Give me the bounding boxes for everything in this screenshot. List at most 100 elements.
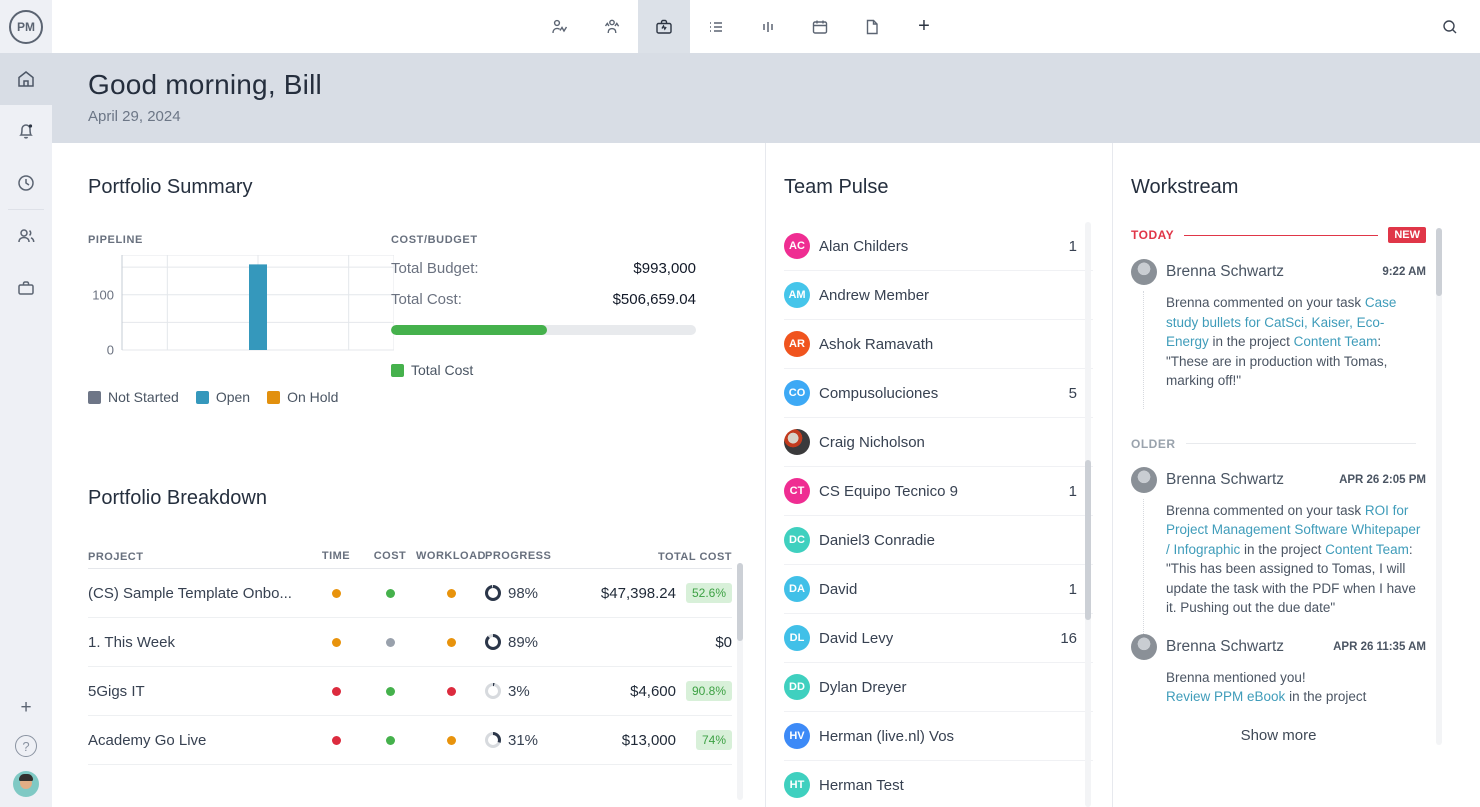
team-member-row[interactable]: DDDylan Dreyer — [784, 663, 1093, 712]
member-initials-avatar: DA — [784, 576, 810, 602]
tab-board[interactable] — [742, 0, 794, 53]
workload-status-dot — [447, 638, 456, 647]
home-icon — [16, 69, 36, 89]
progress-ring — [485, 683, 501, 699]
tab-documents[interactable] — [846, 0, 898, 53]
workload-status-cell — [417, 638, 485, 647]
total-cost-value: $47,398.24 — [573, 585, 676, 602]
column-header: WORKLOAD — [417, 550, 485, 562]
member-name: David — [819, 581, 857, 598]
member-name: David Levy — [819, 630, 893, 647]
member-name: Ashok Ramavath — [819, 336, 933, 353]
tab-portfolio[interactable] — [638, 0, 690, 53]
team-member-row[interactable]: DA David 1 — [784, 565, 1093, 614]
column-header-label: WORKLOAD — [416, 550, 486, 562]
project-name: Academy Go Live — [88, 732, 309, 749]
legend-item: Not Started — [88, 389, 179, 405]
sidebar-item-home[interactable] — [0, 53, 52, 105]
member-name: Dylan Dreyer — [819, 679, 907, 696]
team-member-row[interactable]: DCDaniel3 Conradie — [784, 516, 1093, 565]
team-member-row[interactable]: ARAshok Ramavath — [784, 320, 1093, 369]
member-initials-avatar: HT — [784, 772, 810, 798]
table-scrollbar[interactable] — [737, 563, 743, 800]
total-cost-value: $506,659.04 — [613, 291, 696, 308]
member-initials-avatar: DL — [784, 625, 810, 651]
tab-tasks[interactable] — [690, 0, 742, 53]
total-cost-value: $13,000 — [573, 732, 676, 749]
older-section-header: OLDER — [1131, 437, 1426, 451]
cost-status-cell — [363, 687, 417, 696]
progress-cell: 89% — [485, 634, 573, 651]
sidebar-add-button[interactable]: + — [0, 695, 52, 721]
column-header: PROGRESS — [485, 550, 573, 562]
dashboard-content: Portfolio Summary PIPELINE 0100 Not Star… — [52, 143, 1480, 807]
sidebar-item-projects[interactable] — [0, 262, 52, 314]
table-header-row: PROJECTTIMECOSTWORKLOADPROGRESSTOTAL COS… — [88, 543, 732, 569]
notifications-bell-icon — [16, 121, 36, 141]
sidebar-item-team[interactable] — [0, 210, 52, 262]
team-member-row[interactable]: DLDavid Levy16 — [784, 614, 1093, 663]
budget-badge-cell: 74% — [676, 730, 732, 750]
time-status-cell — [309, 687, 363, 696]
cost-budget-label: COST/BUDGET — [391, 234, 696, 246]
entry-author-name: Brenna Schwartz — [1166, 263, 1284, 281]
cost-progress-fill — [391, 325, 547, 335]
current-user-avatar[interactable] — [13, 771, 39, 797]
search-button[interactable] — [1432, 9, 1468, 45]
table-row[interactable]: 1. This Week89%$0 — [88, 618, 732, 667]
tab-team-activity[interactable] — [586, 0, 638, 53]
entry-author-name: Brenna Schwartz — [1166, 471, 1284, 489]
member-name: Daniel3 Conradie — [819, 532, 935, 549]
workstream-feed: TODAY NEW Brenna Schwartz9:22 AMBrenna c… — [1131, 227, 1426, 748]
task-link[interactable]: Content Team — [1294, 334, 1378, 349]
team-member-row[interactable]: COCompusoluciones5 — [784, 369, 1093, 418]
member-count: 1 — [1069, 581, 1077, 598]
page-title: Good morning, Bill — [88, 69, 1480, 101]
cost-status-dot — [386, 687, 395, 696]
legend-item: Open — [196, 389, 250, 405]
team-member-row[interactable]: HTHerman Test — [784, 761, 1093, 807]
tab-calendar[interactable] — [794, 0, 846, 53]
show-more-button[interactable]: Show more — [1131, 723, 1426, 748]
total-cost-value: $4,600 — [573, 683, 676, 700]
member-initials-avatar: AM — [784, 282, 810, 308]
column-header-label: TIME — [322, 550, 350, 562]
team-scrollbar-thumb[interactable] — [1085, 460, 1091, 620]
time-status-cell — [309, 736, 363, 745]
task-link[interactable]: Review PPM eBook — [1166, 689, 1285, 704]
team-member-row[interactable]: AMAndrew Member — [784, 271, 1093, 320]
page-date: April 29, 2024 — [88, 108, 1480, 125]
team-scrollbar[interactable] — [1085, 222, 1091, 807]
workstream-scrollbar[interactable] — [1436, 228, 1442, 745]
team-member-row[interactable]: ACAlan Childers1 — [784, 222, 1093, 271]
help-button[interactable]: ? — [15, 735, 37, 757]
tab-add[interactable]: + — [898, 0, 950, 53]
team-member-row[interactable]: Craig Nicholson — [784, 418, 1093, 467]
table-row[interactable]: Academy Go Live31%$13,00074% — [88, 716, 732, 765]
workstream-scrollbar-thumb[interactable] — [1436, 228, 1442, 296]
workload-status-cell — [417, 687, 485, 696]
workstream-title: Workstream — [1131, 176, 1238, 199]
total-budget-label: Total Budget: — [391, 260, 479, 277]
progress-ring — [485, 634, 501, 650]
topbar: + — [52, 0, 1480, 53]
budget-pct-badge: 90.8% — [686, 681, 732, 701]
team-people-icon — [16, 226, 36, 246]
table-row[interactable]: (CS) Sample Template Onbo...98%$47,398.2… — [88, 569, 732, 618]
sidebar-item-recent[interactable] — [0, 157, 52, 209]
total-cost-legend-swatch — [391, 364, 404, 377]
table-row[interactable]: 5Gigs IT3%$4,60090.8% — [88, 667, 732, 716]
entry-header: Brenna SchwartzAPR 26 2:05 PM — [1131, 467, 1426, 493]
total-cost-label: Total Cost: — [391, 291, 462, 308]
recent-clock-icon — [16, 173, 36, 193]
legend-swatch — [88, 391, 101, 404]
svg-text:0: 0 — [107, 343, 114, 356]
app-logo[interactable]: PM — [0, 0, 52, 53]
sidebar-item-notifications[interactable] — [0, 105, 52, 157]
tab-my-work[interactable] — [534, 0, 586, 53]
task-link[interactable]: Content Team — [1325, 542, 1409, 557]
total-budget-value: $993,000 — [633, 260, 696, 277]
team-member-row[interactable]: CTCS Equipo Tecnico 91 — [784, 467, 1093, 516]
team-member-row[interactable]: HVHerman (live.nl) Vos — [784, 712, 1093, 761]
table-scrollbar-thumb[interactable] — [737, 563, 743, 641]
